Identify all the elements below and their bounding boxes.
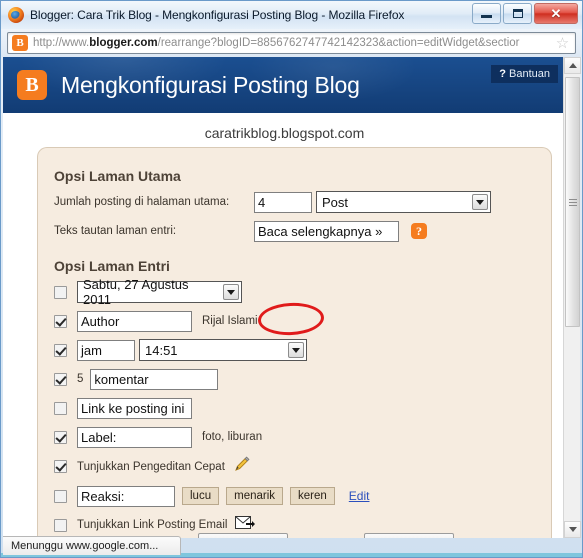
page-body: caratrikblog.blogspot.com Opsi Laman Uta… — [3, 113, 566, 538]
close-button[interactable]: ✕ — [534, 3, 578, 24]
chevron-down-icon — [288, 342, 304, 358]
main-page-options-title: Opsi Laman Utama — [54, 168, 181, 184]
checkbox-author[interactable] — [54, 314, 67, 328]
save-button[interactable] — [198, 533, 288, 538]
maximize-icon — [512, 9, 523, 18]
url-text: http://www.blogger.com/rearrange?blogID=… — [33, 37, 554, 49]
quick-edit-label: Tunjukkan Pengeditan Cepat — [77, 460, 225, 473]
url-suffix: /rearrange?blogID=8856762747742142323&ac… — [157, 37, 520, 49]
entry-row-quick-edit: Tunjukkan Pengeditan Cepat — [54, 455, 551, 478]
help-button-label: Bantuan — [509, 68, 550, 80]
cancel-button[interactable] — [364, 533, 454, 538]
minimize-button[interactable] — [472, 3, 501, 24]
entry-page-options-title: Opsi Laman Entri — [54, 258, 170, 274]
navigation-toolbar: B http://www.blogger.com/rearrange?blogI… — [1, 29, 582, 57]
url-prefix: http://www. — [33, 37, 90, 49]
scrollbar-thumb[interactable] — [565, 77, 580, 327]
checkbox-quick-edit[interactable] — [54, 460, 67, 473]
labels-label-input[interactable]: Label: — [77, 426, 192, 448]
bookmark-star-icon[interactable]: ☆ — [554, 35, 571, 52]
posts-unit-value: Post — [322, 194, 349, 210]
posts-count-label: Jumlah posting di halaman utama: — [54, 196, 230, 208]
checkbox-comments[interactable] — [54, 372, 67, 386]
settings-panel: Opsi Laman Utama Jumlah posting di halam… — [37, 147, 552, 538]
reactions-edit-link[interactable]: Edit — [349, 489, 370, 503]
vertical-scrollbar[interactable] — [563, 57, 581, 538]
triangle-down-icon — [568, 527, 577, 532]
page-title: Mengkonfigurasi Posting Blog — [61, 71, 360, 98]
jump-link-help-icon[interactable]: ? — [411, 223, 427, 239]
entry-row-reactions: Reaksi: lucu menarik keren Edit — [54, 485, 551, 507]
checkbox-labels[interactable] — [54, 430, 67, 444]
time-format-value: 14:51 — [145, 342, 178, 358]
question-mark-icon: ? — [499, 68, 506, 80]
checkbox-date[interactable] — [54, 285, 67, 299]
posts-count-row: Jumlah posting di halaman utama: 4 Post — [54, 191, 551, 213]
reaction-button-menarik[interactable]: menarik — [226, 487, 284, 505]
time-format-select[interactable]: 14:51 — [139, 339, 307, 361]
entry-row-comments: 5 komentar — [54, 368, 551, 390]
checkbox-permalink[interactable] — [54, 401, 67, 415]
triangle-up-icon — [568, 63, 577, 68]
minimize-icon — [481, 15, 492, 18]
posts-count-input[interactable]: 4 — [254, 191, 312, 213]
page-viewport: B Mengkonfigurasi Posting Blog ? Bantuan… — [3, 57, 566, 538]
window-title: Blogger: Cara Trik Blog - Mengkonfiguras… — [30, 8, 405, 22]
date-value: Sabtu, 27 Agustus 2011 — [83, 277, 189, 307]
blog-name: caratrikblog.blogspot.com — [204, 125, 365, 141]
reactions-label-input[interactable]: Reaksi: — [77, 485, 175, 507]
entry-row-labels: Label: foto, liburan — [54, 426, 551, 448]
blogger-logo-icon: B — [17, 70, 47, 100]
browser-window: Blogger: Cara Trik Blog - Mengkonfiguras… — [0, 0, 583, 558]
time-label-input[interactable]: jam — [77, 339, 135, 361]
jump-link-row: Teks tautan laman entri: Baca selengkapn… — [54, 220, 551, 242]
entry-row-permalink: Link ke posting ini — [54, 397, 551, 419]
entry-row-time: jam 14:51 — [54, 339, 551, 361]
labels-values: foto, liburan — [202, 431, 263, 443]
pencil-icon — [233, 455, 251, 478]
window-controls: ✕ — [472, 3, 578, 24]
jump-link-input[interactable]: Baca selengkapnya » — [254, 220, 399, 242]
chevron-down-icon — [223, 284, 239, 300]
chevron-down-icon — [472, 194, 488, 210]
email-link-label: Tunjukkan Link Posting Email — [77, 519, 228, 531]
status-bar: Menunggu www.google.com... — [3, 536, 181, 555]
date-select[interactable]: Sabtu, 27 Agustus 2011 — [77, 277, 242, 307]
comments-label-input[interactable]: komentar — [90, 368, 219, 390]
envelope-icon — [235, 515, 256, 535]
jump-link-label: Teks tautan laman entri: — [54, 225, 177, 237]
grip-icon — [568, 198, 577, 206]
entry-row-author: Author Rijal Islami — [54, 310, 551, 332]
blogger-header: B Mengkonfigurasi Posting Blog ? Bantuan — [3, 57, 566, 113]
title-bar: Blogger: Cara Trik Blog - Mengkonfiguras… — [1, 1, 582, 29]
reaction-button-lucu[interactable]: lucu — [182, 487, 220, 505]
permalink-label-input[interactable]: Link ke posting ini — [77, 397, 192, 419]
comments-count: 5 — [77, 373, 84, 385]
checkbox-time[interactable] — [54, 343, 67, 357]
address-bar[interactable]: B http://www.blogger.com/rearrange?blogI… — [7, 32, 576, 54]
close-icon: ✕ — [550, 6, 562, 21]
scroll-down-button[interactable] — [564, 521, 581, 538]
author-label-input[interactable]: Author — [77, 310, 192, 332]
url-domain: blogger.com — [89, 37, 158, 49]
posts-unit-select[interactable]: Post — [316, 191, 491, 213]
firefox-icon — [8, 7, 24, 23]
blogger-favicon: B — [12, 35, 28, 51]
help-button[interactable]: ? Bantuan — [491, 65, 558, 83]
reaction-button-keren[interactable]: keren — [290, 487, 335, 505]
checkbox-email-link[interactable] — [54, 518, 67, 532]
scroll-up-button[interactable] — [564, 57, 581, 74]
entry-row-date: Sabtu, 27 Agustus 2011 — [54, 277, 551, 307]
author-name: Rijal Islami — [202, 315, 258, 327]
checkbox-reactions[interactable] — [54, 489, 67, 503]
maximize-button[interactable] — [503, 3, 532, 24]
